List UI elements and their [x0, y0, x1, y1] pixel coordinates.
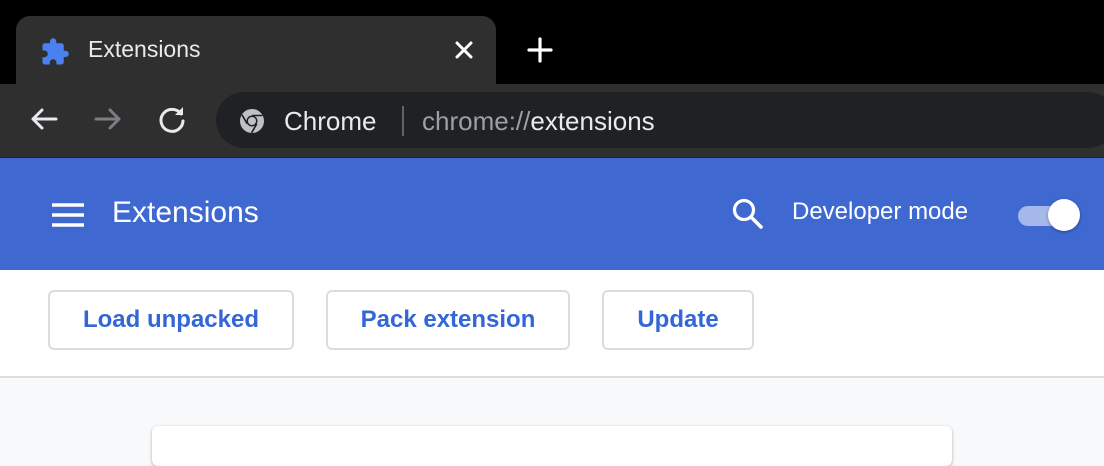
tab-extensions[interactable]: Extensions: [16, 16, 496, 84]
puzzle-icon: [42, 38, 69, 65]
page-title: Extensions: [112, 196, 259, 229]
forward-arrow-icon[interactable]: [91, 102, 125, 136]
url-text[interactable]: chrome://extensions: [422, 106, 655, 137]
browser-toolbar: Chrome chrome://extensions: [0, 84, 1104, 158]
back-arrow-icon[interactable]: [27, 102, 61, 136]
site-chip-label: Chrome: [284, 106, 377, 136]
new-tab-plus-icon[interactable]: [524, 34, 556, 66]
close-icon[interactable]: [450, 36, 478, 64]
url-host: extensions: [530, 106, 655, 136]
pack-extension-button[interactable]: Pack extension: [326, 290, 570, 350]
tab-title: Extensions: [88, 36, 201, 62]
reload-icon[interactable]: [155, 102, 189, 136]
hamburger-menu-icon[interactable]: [50, 200, 86, 230]
developer-mode-label: Developer mode: [792, 198, 969, 225]
extension-card: [152, 426, 952, 466]
developer-mode-toggle[interactable]: [1018, 198, 1082, 232]
update-button[interactable]: Update: [602, 290, 754, 350]
extensions-header: Extensions Developer mode: [0, 158, 1104, 270]
url-scheme: chrome://: [422, 106, 531, 136]
load-unpacked-button[interactable]: Load unpacked: [48, 290, 294, 350]
toggle-knob: [1048, 199, 1080, 231]
developer-action-bar: Load unpacked Pack extension Update: [0, 270, 1104, 378]
tab-strip: Extensions: [0, 0, 1104, 84]
search-icon[interactable]: [730, 196, 766, 232]
address-bar[interactable]: Chrome chrome://extensions: [216, 92, 1104, 148]
omnibox-divider: [402, 106, 404, 136]
chrome-logo-icon: [240, 109, 264, 134]
